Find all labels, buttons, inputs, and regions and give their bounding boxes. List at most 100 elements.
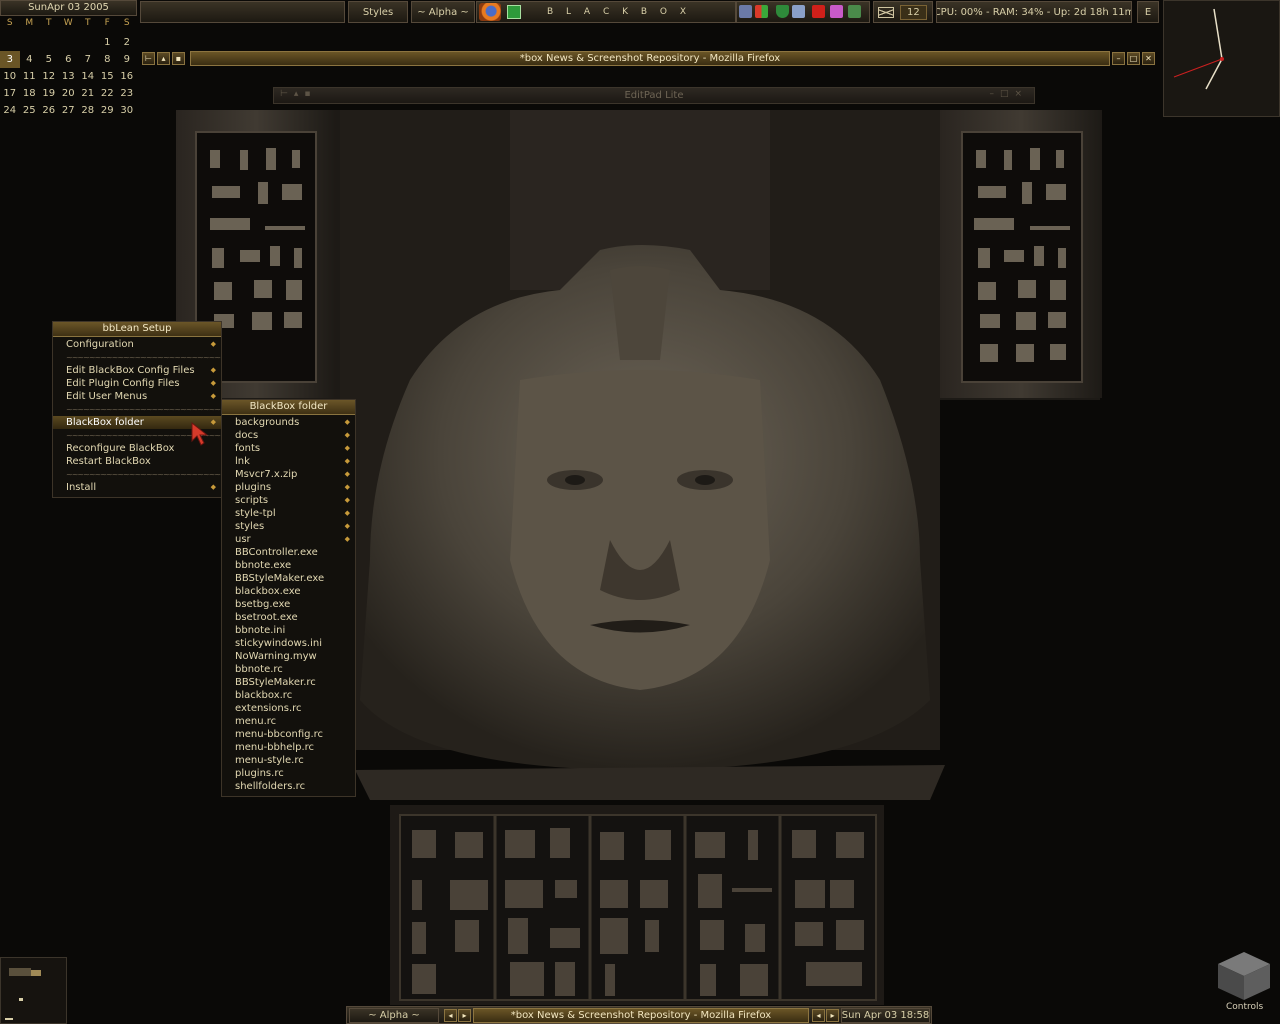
menu-item-menu-bbconfig-rc[interactable]: menu-bbconfig.rc bbox=[222, 728, 355, 741]
submenu-arrow-icon: ◆ bbox=[344, 418, 350, 426]
calendar-day: 2 bbox=[123, 37, 130, 48]
taskbar-task-firefox[interactable]: *box News & Screenshot Repository - Mozi… bbox=[473, 1008, 809, 1023]
volume-icon[interactable] bbox=[792, 5, 805, 18]
menu-item-extensions-rc[interactable]: extensions.rc bbox=[222, 702, 355, 715]
pink-app-icon[interactable] bbox=[830, 5, 843, 18]
controls-cube-icon[interactable]: Controls bbox=[1214, 950, 1274, 1012]
menu-item-style-tpl[interactable]: style-tpl ◆ bbox=[222, 507, 355, 520]
menu-item-menu-rc[interactable]: menu.rc bbox=[222, 715, 355, 728]
menu-item-msvcr7-x-zip[interactable]: Msvcr7.x.zip ◆ bbox=[222, 468, 355, 481]
tray-arrow-icon[interactable] bbox=[848, 5, 861, 18]
green-app-icon[interactable] bbox=[507, 5, 521, 19]
toolbar-title-text: B L A C K B O X bbox=[547, 7, 691, 17]
menu-item-bbnote-rc[interactable]: bbnote.rc bbox=[222, 663, 355, 676]
menu-item-bsetroot-exe[interactable]: bsetroot.exe bbox=[222, 611, 355, 624]
styles-button[interactable]: Styles bbox=[348, 1, 408, 23]
menu-item-edit-plugin-config-files[interactable]: Edit Plugin Config Files ◆ bbox=[53, 377, 221, 390]
calendar-day: 19 bbox=[42, 88, 56, 99]
maximize-button[interactable]: □ bbox=[1127, 52, 1140, 65]
taskbar-workspace[interactable]: ~ Alpha ~ bbox=[349, 1008, 439, 1023]
menu-item-bsetbg-exe[interactable]: bsetbg.exe bbox=[222, 598, 355, 611]
menu-item-bbcontroller-exe[interactable]: BBController.exe bbox=[222, 546, 355, 559]
menu-item-menu-bbhelp-rc[interactable]: menu-bbhelp.rc bbox=[222, 741, 355, 754]
menu-item-shellfolders-rc[interactable]: shellfolders.rc bbox=[222, 780, 355, 793]
menu-item-bbstylemaker-rc[interactable]: BBStyleMaker.rc bbox=[222, 676, 355, 689]
calendar-day: 25 bbox=[22, 105, 36, 116]
submenu-arrow-icon: ◆ bbox=[344, 457, 350, 465]
menu-item-plugins-rc[interactable]: plugins.rc bbox=[222, 767, 355, 780]
menu-item-styles[interactable]: styles ◆ bbox=[222, 520, 355, 533]
editpad-titlebar[interactable]: EditPad Lite –□× ⊢▴▪ bbox=[273, 87, 1035, 104]
menu-item-label: Edit BlackBox Config Files bbox=[66, 365, 195, 376]
mail-indicator[interactable]: 12 bbox=[873, 1, 933, 23]
calendar-widget: SunApr 03 2005 S M T W T F S 1 2 3 4 5 6 7 8 9 10… bbox=[0, 0, 137, 118]
menu-item-label: extensions.rc bbox=[235, 703, 302, 714]
menu-item-label: bbnote.exe bbox=[235, 560, 292, 571]
calendar-day: 26 bbox=[42, 105, 56, 116]
shade-button[interactable]: ▴ bbox=[157, 52, 170, 65]
prev-task-button[interactable]: ◂ bbox=[812, 1009, 825, 1022]
menu-item-label: styles bbox=[235, 521, 265, 532]
minimize-button[interactable]: – bbox=[1112, 52, 1125, 65]
workspace-pager[interactable] bbox=[0, 957, 67, 1024]
menu-item-restart-blackbox[interactable]: Restart BlackBox bbox=[53, 455, 221, 468]
calendar-weeks: 1 2 3 4 5 6 7 8 9 10 11 12 13 14 15 16 17 18 19 20 21 22 23 24 2… bbox=[0, 34, 137, 119]
network-icon[interactable] bbox=[739, 5, 752, 18]
menu-item-blackbox-rc[interactable]: blackbox.rc bbox=[222, 689, 355, 702]
menu-item-label: lnk bbox=[235, 456, 250, 467]
pager-window-thumb bbox=[31, 970, 41, 976]
menu-item-menu-style-rc[interactable]: menu-style.rc bbox=[222, 754, 355, 767]
menu-item-label: Msvcr7.x.zip bbox=[235, 469, 298, 480]
menu-item-docs[interactable]: docs ◆ bbox=[222, 429, 355, 442]
firefox-icon[interactable] bbox=[479, 3, 501, 21]
menu-item-plugins[interactable]: plugins ◆ bbox=[222, 481, 355, 494]
close-button[interactable]: ✕ bbox=[1142, 52, 1155, 65]
sticky-button[interactable]: ▪ bbox=[172, 52, 185, 65]
firefox-titlebar[interactable]: ⊢ ▴ ▪ *box News & Screenshot Repository … bbox=[140, 50, 1159, 67]
menu-item-bbnote-ini[interactable]: bbnote.ini bbox=[222, 624, 355, 637]
e-button[interactable]: E bbox=[1137, 1, 1159, 23]
calendar-week-row: 12 bbox=[0, 34, 137, 51]
calendar-date-title: SunApr 03 2005 bbox=[0, 0, 137, 16]
menu-item-install[interactable]: Install ◆ bbox=[53, 481, 221, 494]
menu-item-label: menu-bbconfig.rc bbox=[235, 729, 324, 740]
weekday-label: M bbox=[25, 18, 34, 28]
next-task-button[interactable]: ▸ bbox=[826, 1009, 839, 1022]
menu-item-nowarning-myw[interactable]: NoWarning.myw bbox=[222, 650, 355, 663]
menu-item-backgrounds[interactable]: backgrounds ◆ bbox=[222, 416, 355, 429]
menu-item-edit-blackbox-config-files[interactable]: Edit BlackBox Config Files ◆ bbox=[53, 364, 221, 377]
menu-item-blackbox-exe[interactable]: blackbox.exe bbox=[222, 585, 355, 598]
window-menu-button[interactable]: ⊢ bbox=[142, 52, 155, 65]
menu-item-edit-user-menus[interactable]: Edit User Menus ◆ bbox=[53, 390, 221, 403]
menu-item-lnk[interactable]: lnk ◆ bbox=[222, 455, 355, 468]
desktop-wallpaper bbox=[0, 0, 1280, 1024]
bblean-setup-menu: bbLean Setup Configuration ◆ ~~~~~~~~~~~~~… bbox=[52, 321, 222, 498]
calendar-day bbox=[78, 34, 98, 51]
menu-title: bbLean Setup bbox=[53, 322, 221, 337]
calendar-day bbox=[59, 34, 79, 51]
clock-face bbox=[1173, 8, 1224, 90]
taskbar: ~ Alpha ~ ◂ ▸ *box News & Screenshot Rep… bbox=[346, 1006, 932, 1024]
firefox-title: *box News & Screenshot Repository - Mozi… bbox=[190, 51, 1110, 66]
submenu-arrow-icon: ◆ bbox=[210, 483, 216, 491]
windows-flag-icon[interactable] bbox=[755, 5, 768, 18]
menu-item-usr[interactable]: usr ◆ bbox=[222, 533, 355, 546]
menu-item-scripts[interactable]: scripts ◆ bbox=[222, 494, 355, 507]
menu-item-label: bbnote.rc bbox=[235, 664, 283, 675]
menu-item-bbnote-exe[interactable]: bbnote.exe bbox=[222, 559, 355, 572]
menu-item-bbstylemaker-exe[interactable]: BBStyleMaker.exe bbox=[222, 572, 355, 585]
menu-item-label: Reconfigure BlackBox bbox=[66, 443, 175, 454]
shield-icon[interactable] bbox=[776, 5, 789, 18]
weekday-label: T bbox=[85, 18, 91, 28]
menu-item-label: menu.rc bbox=[235, 716, 277, 727]
menu-item-stickywindows-ini[interactable]: stickywindows.ini bbox=[222, 637, 355, 650]
menu-item-fonts[interactable]: fonts ◆ bbox=[222, 442, 355, 455]
workspace-selector[interactable]: ~ Alpha ~ bbox=[411, 1, 475, 23]
submenu-arrow-icon: ◆ bbox=[344, 431, 350, 439]
next-workspace-button[interactable]: ▸ bbox=[458, 1009, 471, 1022]
prev-workspace-button[interactable]: ◂ bbox=[444, 1009, 457, 1022]
check-icon[interactable] bbox=[812, 5, 825, 18]
menu-item-label: bsetbg.exe bbox=[235, 599, 291, 610]
menu-item-configuration[interactable]: Configuration ◆ bbox=[53, 338, 221, 351]
editpad-window-buttons: –□× bbox=[989, 89, 1028, 99]
